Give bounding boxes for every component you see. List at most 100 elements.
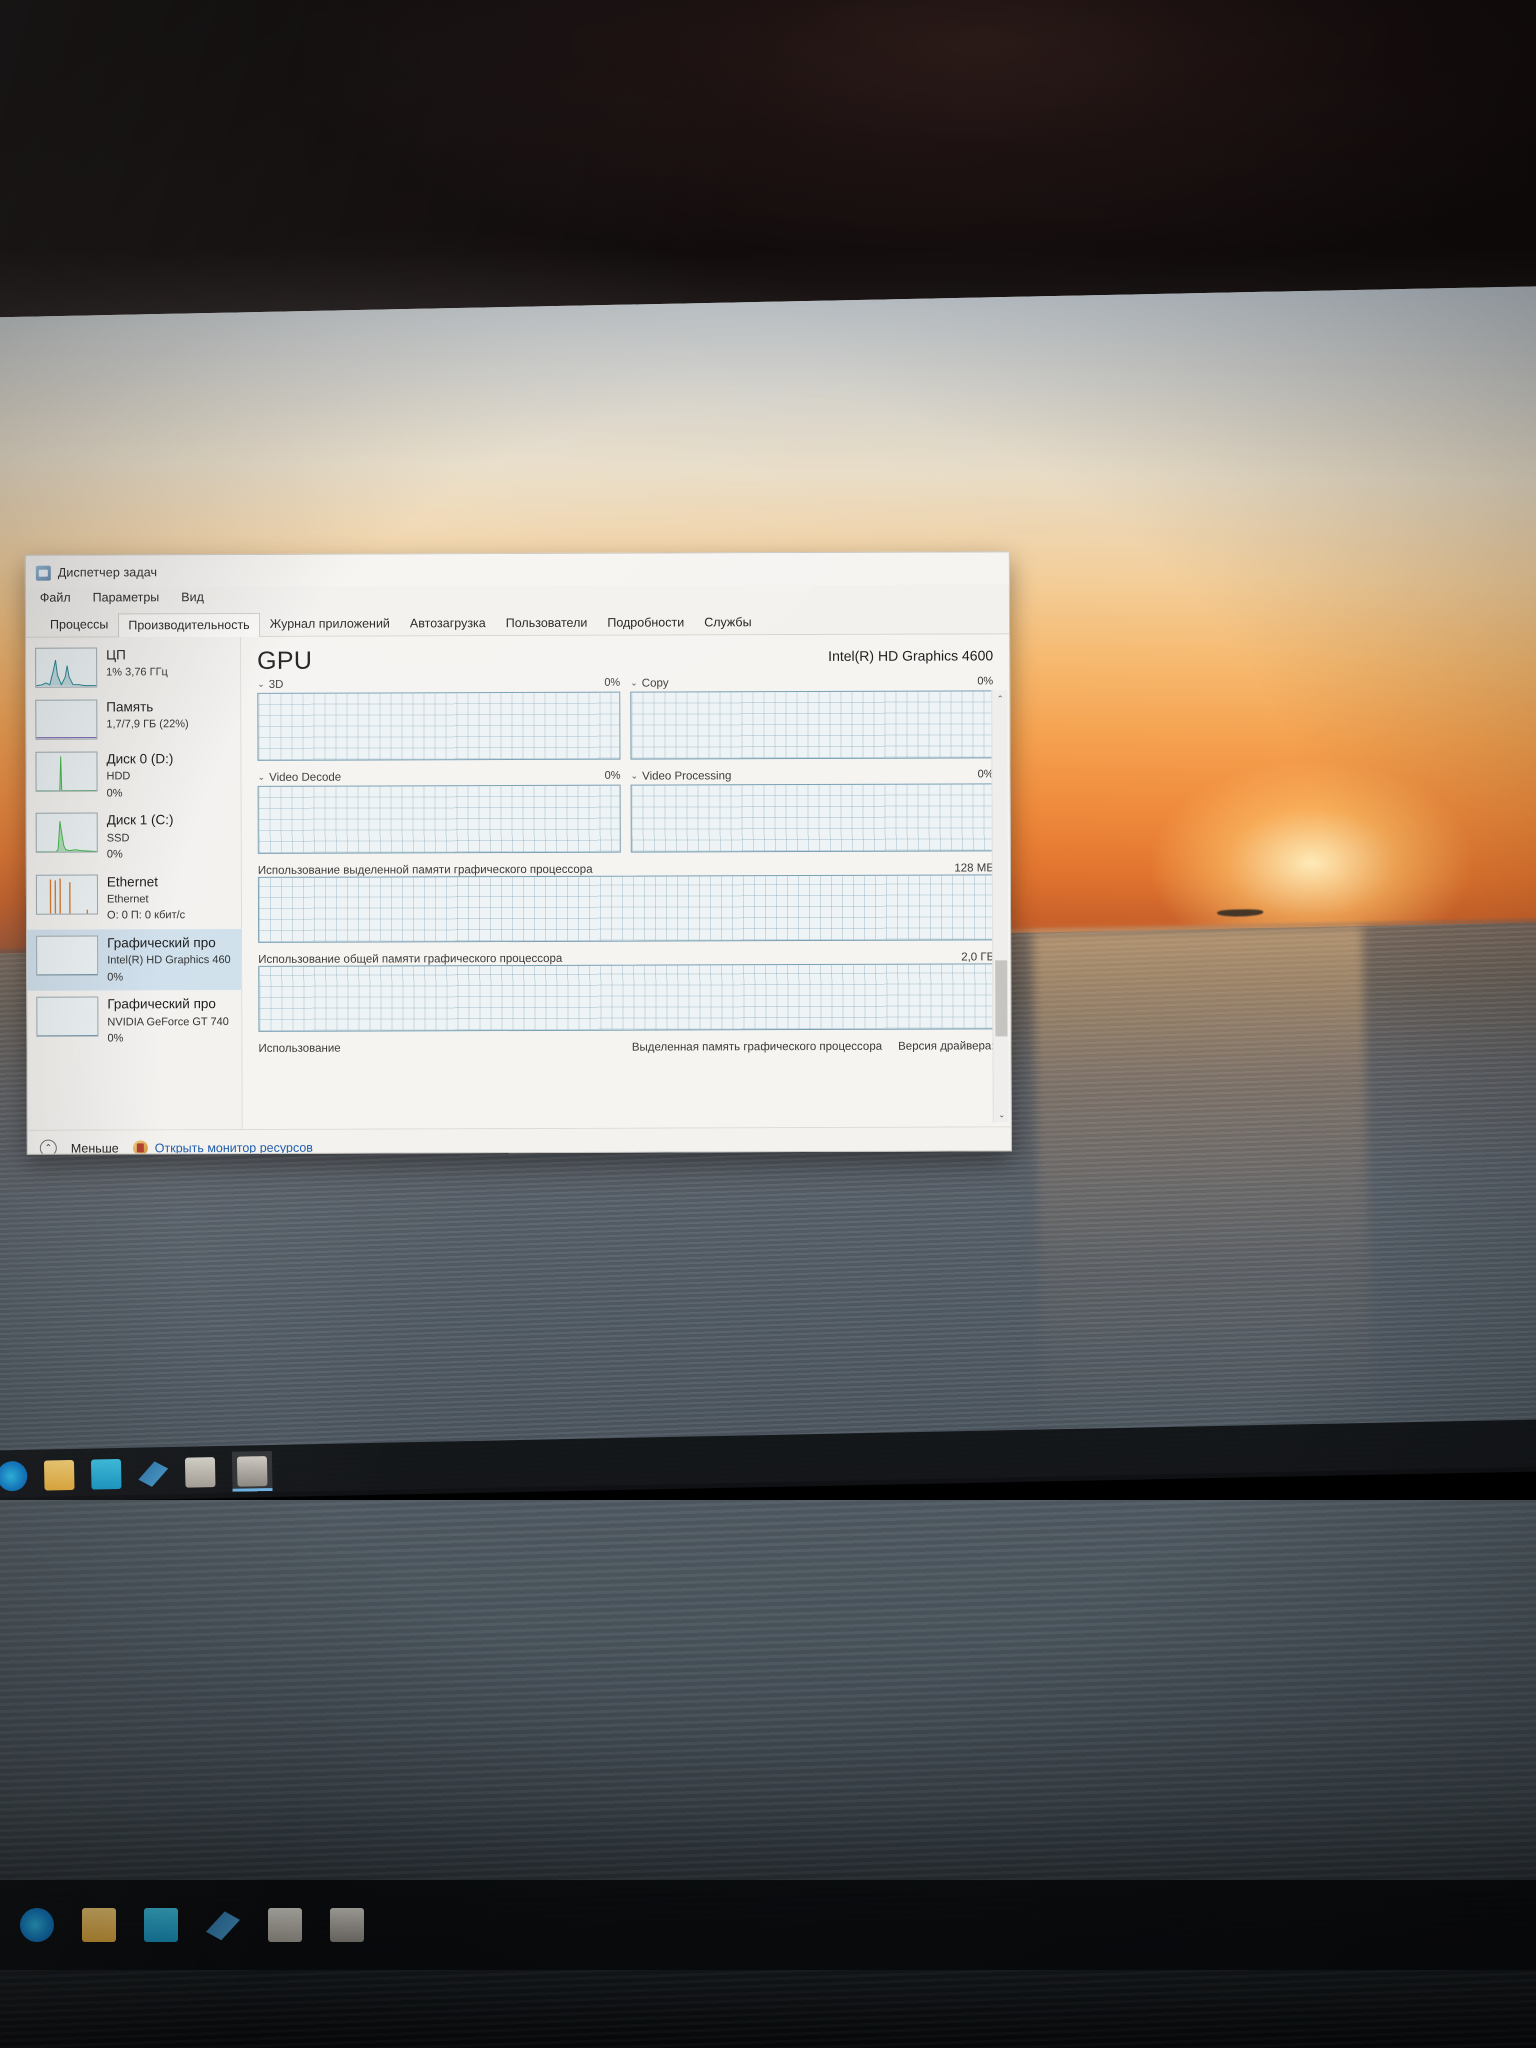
sidebar-item-detail: NVIDIA GeForce GT 740: [107, 1015, 229, 1029]
chevron-down-icon[interactable]: ⌄: [630, 678, 638, 689]
gpu-header: GPU Intel(R) HD Graphics 4600: [257, 644, 993, 676]
gpu1-thumbnail-graph: [36, 996, 99, 1037]
sidebar-item-detail: Ethernet: [106, 893, 149, 906]
sidebar-item-detail: 1% 3,76 ГГц: [106, 666, 168, 679]
app-icon[interactable]: [184, 1457, 216, 1488]
page-title: GPU: [257, 646, 313, 675]
window-title: Диспетчер задач: [57, 565, 158, 580]
task-manager-icon[interactable]: [330, 1908, 364, 1942]
tab-app-history[interactable]: Журнал приложений: [260, 611, 400, 635]
sidebar-item-value: 0%: [106, 848, 123, 861]
driver-version-label: Версия драйвера:: [898, 1040, 995, 1053]
edge-icon[interactable]: [0, 1460, 28, 1492]
scroll-down-icon[interactable]: ⌄: [994, 1106, 1010, 1122]
shared-memory-label: Использование общей памяти графического …: [258, 952, 563, 966]
menu-item-options[interactable]: Параметры: [93, 590, 160, 604]
physical-taskbar[interactable]: [0, 1880, 1536, 1970]
memory-thumbnail-graph: [35, 699, 98, 740]
dedicated-memory-section: Использование выделенной памяти графичес…: [257, 862, 995, 943]
vertical-scrollbar[interactable]: ⌃ ⌄: [991, 690, 1010, 1123]
room-background: [0, 0, 1536, 340]
monitor-screen: Диспетчер задач – ☐ ✕ Файл Параметры Вид…: [0, 285, 1536, 1559]
engine-graph-row-1: ⌄ 3D 0% ⌄ Copy 0%: [257, 675, 994, 761]
engine-label: 3D: [268, 678, 284, 691]
blue-app-icon[interactable]: [138, 1458, 169, 1489]
blue-app-icon[interactable]: [206, 1911, 240, 1941]
engine-video-decode-percent: 0%: [604, 769, 621, 782]
engine-3d-percent: 0%: [604, 676, 621, 689]
sidebar-item-label: ЦП: [106, 647, 126, 663]
menu-item-file[interactable]: Файл: [40, 591, 71, 605]
task-manager-icon: [35, 565, 51, 581]
shared-memory-graph: [258, 963, 995, 1032]
sidebar-item-gpu1[interactable]: Графический про NVIDIA GeForce GT 740 0%: [27, 990, 241, 1052]
cpu-thumbnail-graph: [35, 647, 98, 688]
dedicated-memory-value: 128 МБ: [954, 862, 994, 875]
gpu-detail-pane: GPU Intel(R) HD Graphics 4600 ⌄ 3D 0% ⌄ …: [241, 634, 1011, 1129]
sidebar-item-disk1[interactable]: Диск 1 (C:) SSD 0%: [27, 806, 241, 868]
engine-video-decode[interactable]: ⌄ Video Decode 0%: [258, 770, 621, 854]
task-manager-icon: [236, 1456, 268, 1487]
chevron-up-icon[interactable]: ⌃: [39, 1139, 57, 1155]
sidebar-item-detail: HDD: [106, 770, 131, 783]
sidebar-item-disk0[interactable]: Диск 0 (D:) HDD 0%: [26, 745, 240, 807]
sidebar-item-value: 0%: [107, 1032, 124, 1045]
sidebar-item-memory[interactable]: Память 1,7/7,9 ГБ (22%): [26, 693, 240, 746]
store-icon[interactable]: [144, 1908, 178, 1942]
scroll-up-icon[interactable]: ⌃: [992, 690, 1008, 706]
menu-item-view[interactable]: Вид: [181, 590, 204, 604]
disk1-thumbnail-graph: [35, 812, 98, 853]
window-body: ЦП 1% 3,76 ГГц Память 1,7/7,9 ГБ (22%) Д…: [26, 634, 1011, 1130]
sidebar-item-label: Диск 1 (C:): [106, 812, 174, 828]
tab-processes[interactable]: Процессы: [40, 612, 118, 636]
gpu-model-label: Intel(R) HD Graphics 4600: [828, 647, 994, 664]
ethernet-thumbnail-graph: [35, 874, 99, 915]
fewer-details-button[interactable]: Меньше: [71, 1141, 119, 1155]
open-resource-monitor-link[interactable]: Открыть монитор ресурсов: [132, 1140, 313, 1155]
tab-performance[interactable]: Производительность: [118, 612, 260, 638]
resource-list[interactable]: ЦП 1% 3,76 ГГц Память 1,7/7,9 ГБ (22%) Д…: [26, 636, 243, 1130]
sidebar-item-cpu[interactable]: ЦП 1% 3,76 ГГц: [26, 641, 240, 694]
sidebar-item-label: Графический про: [107, 934, 216, 951]
disk0-thumbnail-graph: [35, 751, 98, 792]
app-icon[interactable]: [268, 1908, 302, 1942]
engine-video-processing-graph: [630, 783, 994, 853]
sidebar-item-label: Графический про: [107, 996, 216, 1012]
chevron-down-icon[interactable]: ⌄: [257, 679, 265, 690]
tab-services[interactable]: Службы: [694, 610, 761, 634]
dedicated-memory-label: Использование выделенной памяти графичес…: [257, 863, 593, 877]
sidebar-item-ethernet[interactable]: Ethernet Ethernet О: 0 П: 0 кбит/с: [27, 868, 241, 930]
tab-strip[interactable]: Процессы Производительность Журнал прило…: [25, 605, 1010, 638]
sidebar-item-detail: SSD: [106, 832, 130, 845]
tab-startup[interactable]: Автозагрузка: [400, 611, 496, 635]
shared-memory-section: Использование общей памяти графического …: [258, 951, 995, 1032]
sidebar-item-value: 0%: [106, 787, 123, 800]
engine-3d[interactable]: ⌄ 3D 0%: [257, 676, 621, 761]
scrollbar-thumb[interactable]: [995, 960, 1008, 1037]
sidebar-item-gpu0[interactable]: Графический про Intel(R) HD Graphics 460…: [27, 928, 242, 991]
window-footer[interactable]: ⌃ Меньше Открыть монитор ресурсов: [27, 1126, 1011, 1155]
engine-3d-graph: [257, 691, 621, 761]
engine-copy-percent: 0%: [977, 675, 994, 688]
chevron-down-icon[interactable]: ⌄: [258, 772, 266, 783]
sidebar-item-value: 0%: [107, 971, 124, 984]
less-rest: еньше: [81, 1140, 119, 1155]
edge-icon[interactable]: [20, 1908, 54, 1942]
chevron-down-icon[interactable]: ⌄: [631, 771, 639, 782]
store-icon[interactable]: [90, 1458, 122, 1490]
taskbar-task-manager-button[interactable]: [231, 1450, 273, 1492]
resource-monitor-icon: [132, 1140, 148, 1155]
task-manager-window[interactable]: Диспетчер задач – ☐ ✕ Файл Параметры Вид…: [24, 551, 1012, 1155]
engine-copy[interactable]: ⌄ Copy 0%: [630, 675, 994, 760]
folder-icon[interactable]: [82, 1908, 116, 1942]
engine-video-processing[interactable]: ⌄ Video Processing 0%: [630, 768, 994, 853]
title-bar[interactable]: Диспетчер задач: [26, 552, 1009, 583]
sun-glow: [1149, 757, 1473, 935]
engine-label: Video Processing: [642, 769, 732, 783]
less-accel: М: [70, 1141, 82, 1155]
folder-icon[interactable]: [43, 1459, 75, 1491]
engine-copy-graph: [630, 690, 994, 760]
tab-users[interactable]: Пользователи: [496, 611, 598, 635]
tab-details[interactable]: Подробности: [597, 610, 694, 634]
engine-label: Video Decode: [269, 771, 342, 784]
